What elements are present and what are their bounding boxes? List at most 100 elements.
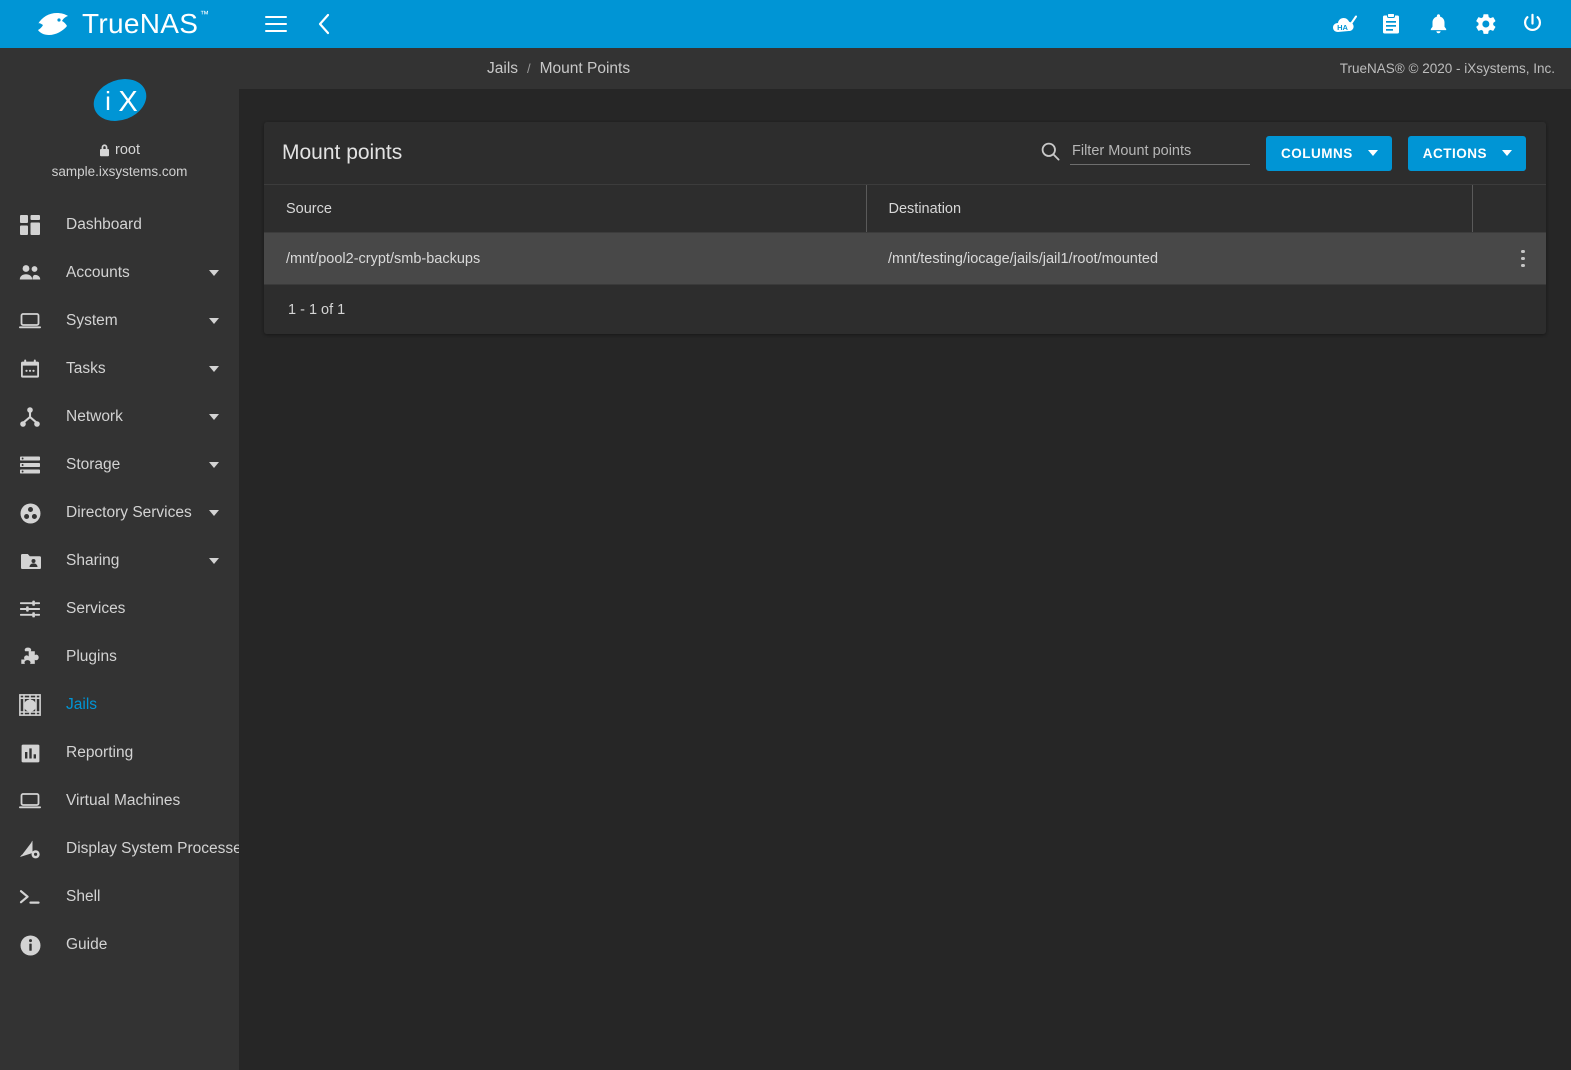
username-text: root bbox=[115, 142, 140, 158]
sidebar-item-label: Shell bbox=[48, 888, 223, 906]
hamburger-icon[interactable] bbox=[261, 9, 291, 39]
dashboard-icon bbox=[12, 215, 48, 235]
sidebar-item-system[interactable]: System bbox=[0, 297, 239, 345]
sidebar-item-label: Display System Processes bbox=[48, 840, 239, 858]
search-input[interactable] bbox=[1070, 143, 1250, 165]
power-icon[interactable] bbox=[1517, 9, 1547, 39]
sharing-folder-icon bbox=[12, 552, 48, 570]
cell-actions bbox=[1472, 233, 1546, 285]
table-header-row: Source Destination bbox=[264, 185, 1546, 233]
brand-name-text: TrueNAS bbox=[82, 8, 198, 39]
sidebar-item-label: Accounts bbox=[48, 264, 209, 282]
breadcrumb: Jails / Mount Points TrueNAS® © 2020 - i… bbox=[239, 48, 1571, 89]
sidebar-item-display-system-processes[interactable]: Display System Processes bbox=[0, 825, 239, 873]
network-share-icon bbox=[12, 407, 48, 427]
ha-status-icon[interactable]: HA bbox=[1329, 9, 1359, 39]
page-content: Mount points COLUMNS bbox=[239, 89, 1571, 1070]
kebab-menu-icon[interactable] bbox=[1508, 250, 1538, 268]
sidebar-item-sharing[interactable]: Sharing bbox=[0, 537, 239, 585]
lock-icon bbox=[99, 144, 110, 157]
sidebar-item-guide[interactable]: Guide bbox=[0, 921, 239, 969]
sidebar-item-accounts[interactable]: Accounts bbox=[0, 249, 239, 297]
actions-button-label: ACTIONS bbox=[1423, 146, 1487, 161]
copyright-text: TrueNAS® © 2020 - iXsystems, Inc. bbox=[1340, 61, 1559, 76]
chevron-down-icon[interactable] bbox=[209, 318, 219, 324]
column-header-destination[interactable]: Destination bbox=[866, 185, 1472, 233]
chevron-down-icon[interactable] bbox=[209, 558, 219, 564]
directory-services-icon bbox=[12, 503, 48, 524]
sidebar-item-label: Virtual Machines bbox=[48, 792, 223, 810]
sidebar-item-jails[interactable]: Jails bbox=[0, 681, 239, 729]
sidebar-item-storage[interactable]: Storage bbox=[0, 441, 239, 489]
sidebar-item-tasks[interactable]: Tasks bbox=[0, 345, 239, 393]
breadcrumb-parent[interactable]: Jails bbox=[487, 60, 518, 78]
sidebar-item-label: Directory Services bbox=[48, 504, 209, 522]
jails-cell-icon bbox=[12, 694, 48, 716]
sidebar-item-plugins[interactable]: Plugins bbox=[0, 633, 239, 681]
cell-destination: /mnt/testing/iocage/jails/jail1/root/mou… bbox=[866, 233, 1472, 285]
hostname-text: sample.ixsystems.com bbox=[52, 164, 188, 179]
storage-stack-icon bbox=[12, 456, 48, 474]
pagination-footer: 1 - 1 of 1 bbox=[264, 285, 1546, 334]
services-sliders-icon bbox=[12, 600, 48, 618]
chevron-down-icon bbox=[1502, 150, 1512, 156]
filter-group bbox=[1041, 142, 1250, 165]
sidebar-item-shell[interactable]: Shell bbox=[0, 873, 239, 921]
top-bar: TrueNAS™ HA bbox=[0, 0, 1571, 48]
reporting-chart-icon bbox=[12, 744, 48, 763]
sidebar-nav: Dashboard Accounts System bbox=[0, 201, 239, 969]
column-header-source[interactable]: Source bbox=[264, 185, 866, 233]
ixsystems-logo-icon: i X bbox=[91, 75, 149, 125]
sidebar-user-block: i X root sample.ixsystems.com bbox=[0, 48, 239, 179]
breadcrumb-separator: / bbox=[527, 61, 531, 76]
chevron-down-icon[interactable] bbox=[209, 366, 219, 372]
card-toolbar: Mount points COLUMNS bbox=[264, 122, 1546, 184]
task-manager-icon[interactable] bbox=[1376, 9, 1406, 39]
brand-trademark: ™ bbox=[200, 10, 209, 19]
accounts-people-icon bbox=[12, 264, 48, 282]
sidebar-item-reporting[interactable]: Reporting bbox=[0, 729, 239, 777]
columns-button-label: COLUMNS bbox=[1281, 146, 1353, 161]
sidebar-item-label: Jails bbox=[48, 696, 223, 714]
svg-text:HA: HA bbox=[1337, 23, 1348, 32]
actions-button[interactable]: ACTIONS bbox=[1408, 136, 1526, 171]
tasks-calendar-icon bbox=[12, 359, 48, 379]
chevron-down-icon[interactable] bbox=[209, 462, 219, 468]
sidebar-item-services[interactable]: Services bbox=[0, 585, 239, 633]
svg-text:X: X bbox=[118, 86, 137, 118]
main-content: Jails / Mount Points TrueNAS® © 2020 - i… bbox=[239, 48, 1571, 1070]
settings-gear-icon[interactable] bbox=[1470, 9, 1500, 39]
guide-info-icon bbox=[12, 935, 48, 956]
system-processes-icon bbox=[12, 839, 48, 859]
system-laptop-icon bbox=[12, 312, 48, 330]
sidebar-item-label: Sharing bbox=[48, 552, 209, 570]
chevron-left-icon[interactable] bbox=[309, 9, 339, 39]
sidebar-item-directory-services[interactable]: Directory Services bbox=[0, 489, 239, 537]
search-icon[interactable] bbox=[1041, 142, 1060, 161]
sidebar-item-label: System bbox=[48, 312, 209, 330]
sidebar-item-network[interactable]: Network bbox=[0, 393, 239, 441]
pagination-count: 1 - 1 of 1 bbox=[288, 302, 345, 318]
sidebar: i X root sample.ixsystems.com Dashboard bbox=[0, 48, 239, 1070]
notifications-bell-icon[interactable] bbox=[1423, 9, 1453, 39]
chevron-down-icon[interactable] bbox=[209, 510, 219, 516]
table-row[interactable]: /mnt/pool2-crypt/smb-backups /mnt/testin… bbox=[264, 233, 1546, 285]
brand-logo-block: TrueNAS™ bbox=[0, 0, 239, 48]
columns-button[interactable]: COLUMNS bbox=[1266, 136, 1392, 171]
sidebar-item-virtual-machines[interactable]: Virtual Machines bbox=[0, 777, 239, 825]
sidebar-item-label: Reporting bbox=[48, 744, 223, 762]
sidebar-item-label: Services bbox=[48, 600, 223, 618]
chevron-down-icon[interactable] bbox=[209, 414, 219, 420]
sidebar-item-label: Network bbox=[48, 408, 209, 426]
sidebar-item-label: Dashboard bbox=[48, 216, 223, 234]
chevron-down-icon[interactable] bbox=[209, 270, 219, 276]
chevron-down-icon bbox=[1368, 150, 1378, 156]
sidebar-item-dashboard[interactable]: Dashboard bbox=[0, 201, 239, 249]
sidebar-item-label: Plugins bbox=[48, 648, 223, 666]
brand-name: TrueNAS™ bbox=[82, 10, 198, 38]
page-title: Mount points bbox=[282, 141, 402, 165]
sidebar-item-label: Storage bbox=[48, 456, 209, 474]
topbar-icon-group: HA bbox=[1329, 9, 1571, 39]
sidebar-item-label: Tasks bbox=[48, 360, 209, 378]
mount-points-table: Source Destination /mnt/pool2-crypt/smb-… bbox=[264, 184, 1546, 285]
